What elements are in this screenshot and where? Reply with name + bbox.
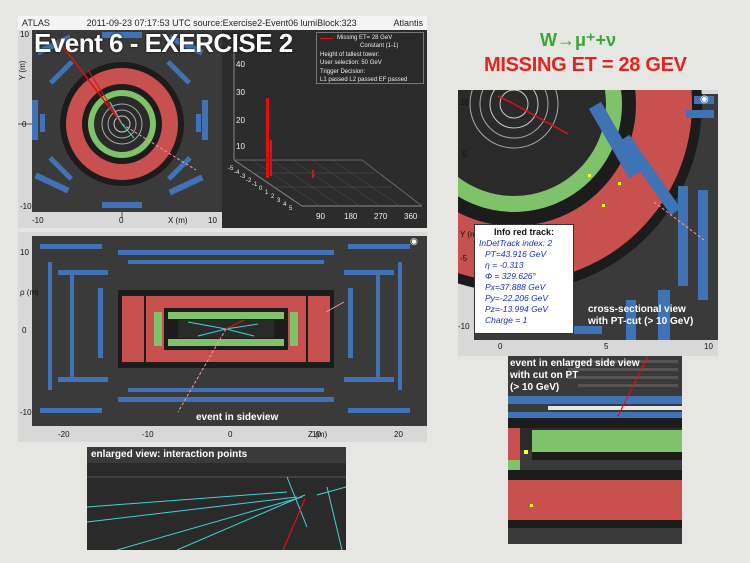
lego-plot-panel[interactable]: 40 30 20 10 90 180 270 360 -5 -4 -3 -2 -… [222, 30, 427, 228]
lego-phi-tick-180: 180 [344, 212, 358, 221]
track-info-line: Φ = 329.626° [485, 271, 536, 281]
xy-x-tick-right: 10 [208, 216, 217, 225]
slide-title: Event 6 - EXERCISE 2 [34, 28, 293, 58]
track-info-line: Charge = 1 [485, 315, 528, 325]
enlarged-ip-panel[interactable]: enlarged view: interaction points [87, 447, 346, 550]
lego-legend-line: Missing ET= 28 GeV [337, 35, 393, 41]
zoom-xy-caption-2: with PT-cut (> 10 GeV) [588, 316, 694, 327]
atlas-label: ATLAS [22, 18, 50, 28]
xy-y-tick-bottom: -10 [20, 202, 32, 211]
enlarged-ip-caption: enlarged view: interaction points [91, 449, 248, 460]
lego-eta-tick: 3 [277, 198, 281, 204]
lego-legend-line: Constant (1-1) [360, 43, 399, 50]
lego-legend-line: Trigger Decision: [320, 68, 366, 75]
lego-legend-line: Height of tallest tower: [320, 51, 380, 58]
lego-z-tick-40: 40 [236, 60, 245, 69]
lego-eta-tick: -1 [252, 182, 258, 188]
side-view-panel[interactable]: 10 0 -10 ρ (m) -20 -10 0 10 20 Z (m) eve… [18, 232, 427, 442]
lego-eta-tick: 1 [265, 190, 269, 196]
lego-eta-tick: -5 [228, 166, 234, 172]
xy-y-axis-title: Y (m) [18, 60, 27, 80]
side-x-tick: 20 [394, 430, 403, 439]
lego-eta-ticks: -5 -4 -3 -2 -1 0 1 2 3 4 5 [228, 166, 308, 216]
track-info-line: Pz=-13.994 GeV [485, 304, 549, 314]
xy-x-tick-left: -10 [32, 216, 44, 225]
side-x-tick: 0 [228, 430, 233, 439]
track-info-title: Info red track: [493, 227, 554, 237]
missing-et-title: MISSING ET = 28 GEV [484, 54, 687, 76]
lego-legend-met: Missing ET= 28 GeV [320, 34, 420, 42]
track-info-line: InDetTrack index: 2 [479, 238, 553, 248]
xy-y-tick-top: 10 [20, 30, 29, 39]
zoom-y-tick: 10 [460, 98, 469, 107]
eye-icon[interactable]: ◉ [410, 236, 418, 247]
track-info-line: Py=-22.206 GeV [485, 293, 549, 303]
zoom-x-tick: 10 [704, 342, 713, 351]
side-view-canvas [32, 236, 427, 426]
enlarged-side-caption-1: event in enlarged side view [510, 358, 640, 369]
zoom-y-tick: -5 [460, 254, 468, 263]
lego-legend-box: Missing ET= 28 GeV Constant (1-1) Height… [316, 32, 424, 84]
xy-x-axis-title: X (m) [168, 216, 188, 225]
zoom-xy-panel[interactable]: 10 5 0 -5 -10 Y (m) 0 5 10 ◉ Info red tr… [458, 90, 718, 356]
lego-legend-line: L1 passed L2 passed EF passed [320, 77, 408, 84]
xy-view-panel[interactable]: 10 0 -10 Y (m) -10 0 10 X (m) [18, 30, 222, 228]
lego-eta-tick: -3 [240, 174, 246, 180]
side-x-tick: -10 [142, 430, 154, 439]
lego-phi-tick-360: 360 [404, 212, 418, 221]
enlarged-ip-canvas [87, 447, 346, 550]
xy-x-tick-mid: 0 [119, 216, 124, 225]
side-x-tick: -20 [58, 430, 70, 439]
met-color-swatch [320, 37, 334, 39]
side-x-axis-title: Z (m) [308, 430, 328, 439]
zoom-x-tick: 0 [498, 342, 503, 351]
lego-phi-tick-90: 90 [316, 212, 325, 221]
zoom-x-tick: 5 [604, 342, 609, 351]
side-y-axis-title: ρ (m) [20, 288, 39, 297]
enlarged-side-caption-3: (> 10 GeV) [510, 382, 560, 393]
side-view-caption: event in sideview [196, 412, 279, 423]
lego-eta-tick: -2 [246, 178, 252, 184]
xy-y-tick-mid: 0 [22, 120, 27, 129]
enlarged-side-panel[interactable]: event in enlarged side view with cut on … [508, 356, 682, 544]
track-info-line: Px=37.888 GeV [485, 282, 546, 292]
xy-view-canvas [18, 30, 222, 218]
lego-z-tick-10: 10 [236, 142, 245, 151]
decay-channel-title: W→μ⁺+ν [540, 30, 617, 50]
side-y-tick-bottom: -10 [20, 408, 32, 417]
lego-eta-tick: 4 [283, 202, 287, 208]
lego-eta-tick: 2 [271, 194, 275, 200]
track-info-box: Info red track: InDetTrack index: 2 PT=4… [474, 224, 574, 334]
zoom-y-tick: 0 [462, 202, 467, 211]
lego-eta-tick: 5 [289, 206, 293, 212]
lego-z-tick-20: 20 [236, 116, 245, 125]
lego-eta-tick: 0 [259, 186, 263, 192]
lego-legend-line: User selection: 50 GeV [320, 60, 382, 67]
zoom-xy-caption-1: cross-sectional view [588, 304, 686, 315]
zoom-y-tick: 5 [462, 150, 467, 159]
side-y-tick-top: 10 [20, 248, 29, 257]
zoom-y-tick: -10 [458, 322, 470, 331]
atlantis-label: Atlantis [393, 18, 423, 28]
track-info-line: η = -0.313 [485, 260, 524, 270]
enlarged-side-caption-2: with cut on PT [510, 370, 579, 381]
lego-z-tick-30: 30 [236, 88, 245, 97]
eye-icon[interactable]: ◉ [700, 94, 709, 105]
lego-phi-tick-270: 270 [374, 212, 388, 221]
track-info-line: PT=43.916 GeV [485, 249, 547, 259]
lego-eta-tick: -4 [234, 170, 240, 176]
side-y-tick-mid: 0 [22, 326, 27, 335]
event-source-label: 2011-09-23 07:17:53 UTC source:Exercise2… [86, 18, 357, 28]
